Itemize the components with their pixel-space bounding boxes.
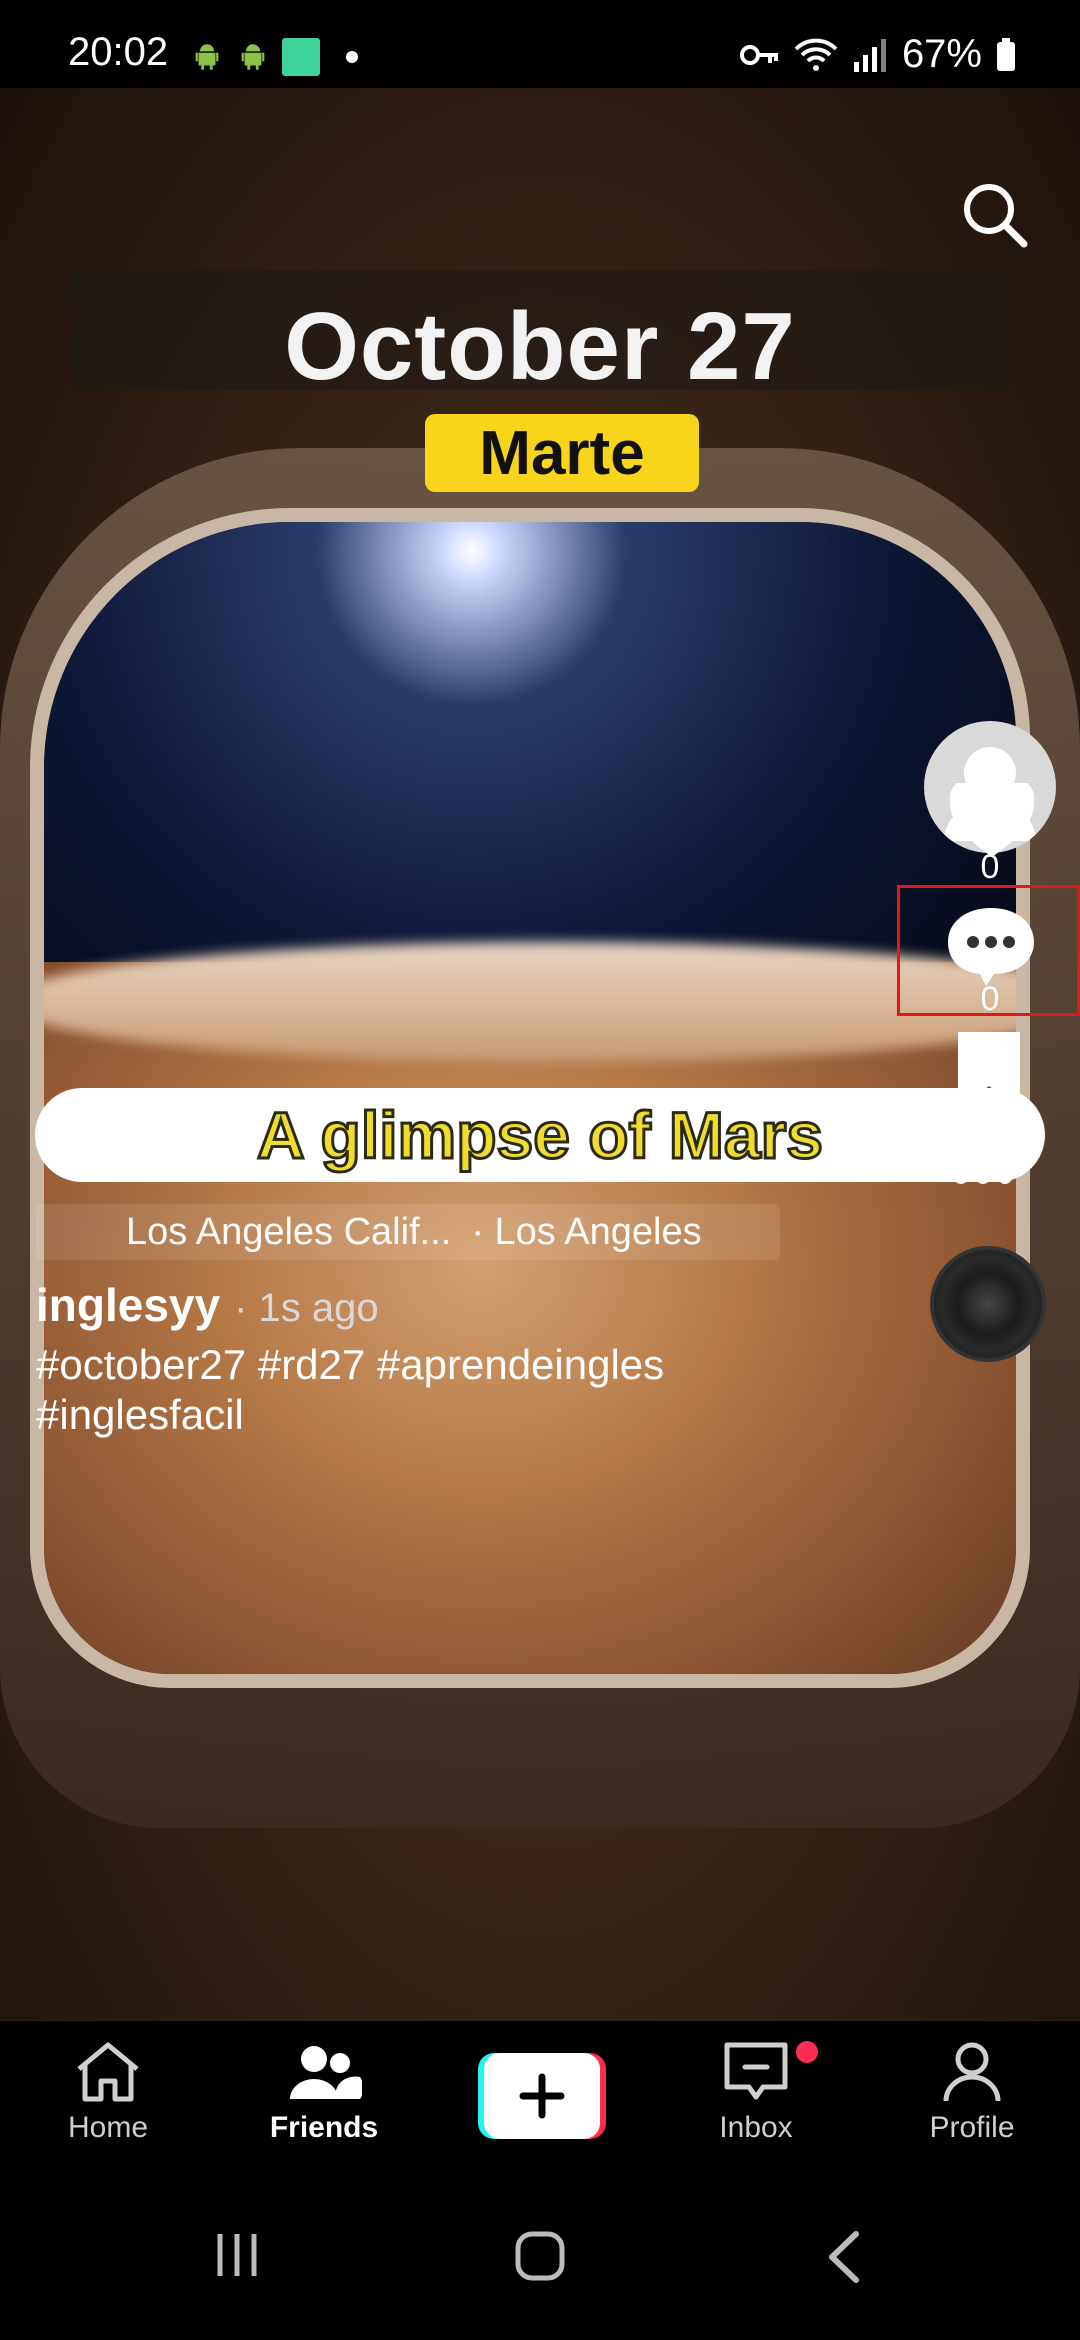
status-right: 67% <box>739 32 1016 77</box>
nav-friends-label: Friends <box>269 2111 379 2144</box>
nav-profile-label: Profile <box>929 2111 1015 2144</box>
music-disc-icon[interactable] <box>930 1246 1046 1362</box>
video-player[interactable]: October 27 Marte A glimpse of Mars Los A… <box>0 88 1080 2020</box>
inbox-icon <box>724 2042 788 2100</box>
location-secondary: · Los Angeles <box>471 1210 702 1253</box>
mars-horizon <box>44 942 1016 1062</box>
like-count: 0 <box>980 848 1000 886</box>
username[interactable]: inglesyy <box>36 1278 220 1332</box>
save-count: 0 <box>980 1098 1000 1136</box>
location-tag[interactable]: Los Angeles Calif... · Los Angeles <box>36 1204 780 1260</box>
search-icon[interactable] <box>960 180 1030 250</box>
android-icon <box>241 44 265 70</box>
status-time: 20:02 <box>68 30 169 74</box>
back-icon[interactable] <box>826 2230 862 2284</box>
system-nav-bar <box>0 2180 1080 2340</box>
home-icon <box>77 2042 139 2102</box>
app-notification-icon <box>282 38 320 76</box>
more-options-icon[interactable] <box>954 1170 1012 1184</box>
nav-home-label: Home <box>67 2111 149 2144</box>
bottom-nav: Home Friends Inbox Profile <box>0 2020 1080 2180</box>
inbox-notification-badge <box>796 2041 818 2063</box>
wifi-icon <box>794 38 838 71</box>
comment-highlight-box <box>897 885 1080 1016</box>
create-button[interactable] <box>478 2053 606 2139</box>
more-notifications-dot <box>346 51 358 63</box>
signal-icon <box>853 38 886 72</box>
nav-friends[interactable]: Friends <box>234 2041 414 2145</box>
nav-inbox[interactable]: Inbox <box>666 2041 846 2145</box>
space-background <box>44 522 1016 1002</box>
video-caption: A glimpse of Mars <box>256 1097 825 1174</box>
battery-percent: 67% <box>901 32 982 76</box>
hashtags[interactable]: #october27 #rd27 #aprendeingles #inglesf… <box>36 1340 856 1440</box>
author-row: inglesyy · 1s ago <box>36 1278 379 1332</box>
home-system-icon[interactable] <box>514 2230 566 2282</box>
notification-icons <box>190 38 358 76</box>
nav-home[interactable]: Home <box>18 2041 198 2145</box>
vpn-key-icon <box>739 44 778 65</box>
friends-icon <box>290 2046 362 2099</box>
recent-apps-icon[interactable] <box>212 2230 262 2280</box>
status-bar: 20:02 67% <box>0 0 1080 88</box>
battery-icon <box>997 37 1015 71</box>
nav-profile[interactable]: Profile <box>882 2041 1062 2145</box>
date-title: October 27 <box>284 293 796 400</box>
profile-icon <box>943 2042 1001 2102</box>
location-primary: Los Angeles Calif... <box>126 1210 452 1253</box>
tag-label: Marte <box>425 414 699 492</box>
android-icon <box>195 44 219 70</box>
nav-inbox-label: Inbox <box>719 2111 793 2144</box>
post-time: · 1s ago <box>234 1286 379 1330</box>
